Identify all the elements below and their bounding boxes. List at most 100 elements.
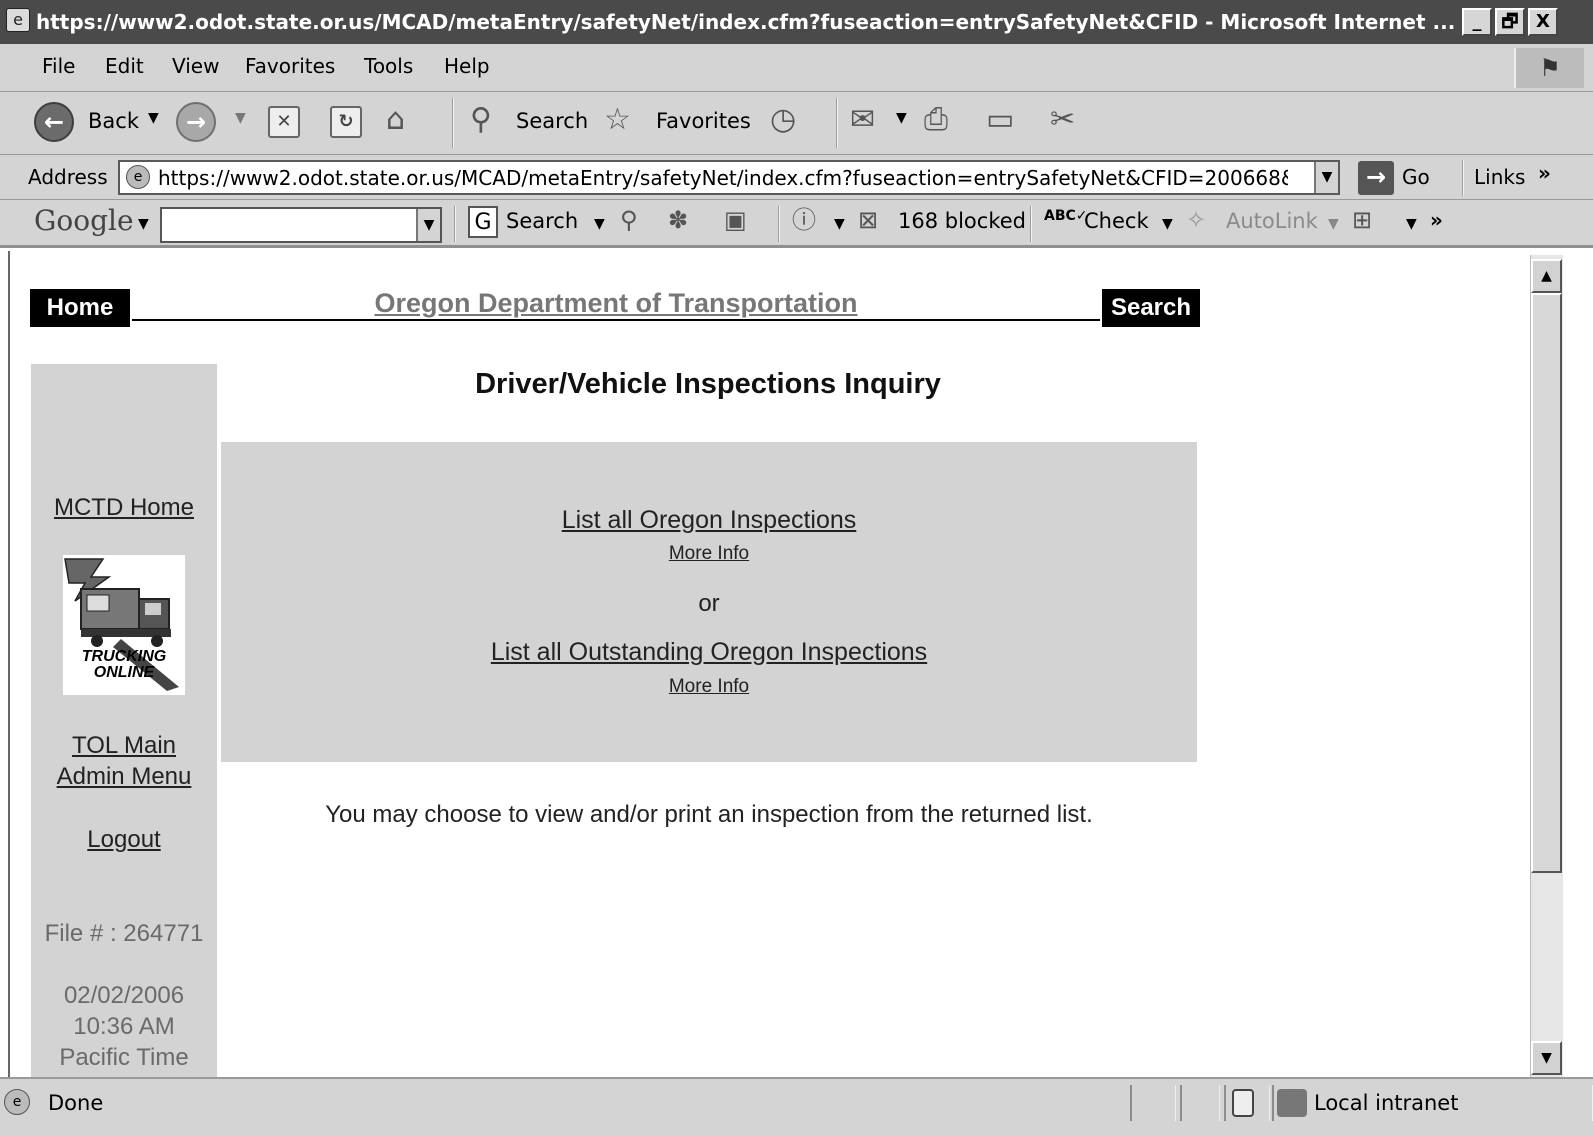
info-dropdown-icon[interactable]: ▼: [834, 216, 845, 232]
mail-dropdown-icon[interactable]: ▼: [896, 110, 907, 126]
menu-bar: File Edit View Favorites Tools Help: [0, 44, 1593, 92]
home-icon[interactable]: ⌂: [386, 100, 405, 140]
home-nav-button[interactable]: Home: [30, 289, 130, 327]
refresh-icon[interactable]: ↻: [330, 106, 362, 138]
google-more-chevron-icon[interactable]: »: [1430, 208, 1443, 232]
security-zone-text: Local intranet: [1314, 1091, 1459, 1115]
menu-view[interactable]: View: [172, 54, 219, 78]
list-all-inspections-link[interactable]: List all Oregon Inspections: [221, 506, 1197, 535]
timezone: Pacific Time: [59, 1044, 189, 1071]
tol-main-link[interactable]: TOL Main: [31, 732, 217, 760]
search-nav-button[interactable]: Search: [1102, 289, 1200, 327]
instructions-text: You may choose to view and/or print an i…: [325, 801, 1093, 828]
more-info-link[interactable]: More Info: [221, 676, 1197, 698]
mail-icon[interactable]: ✉: [850, 100, 875, 140]
session-time: 10:36 AM: [73, 1013, 175, 1040]
menu-tools[interactable]: Tools: [364, 54, 413, 78]
address-dropdown-icon[interactable]: ▼: [1314, 162, 1338, 193]
history-icon[interactable]: ◷: [770, 100, 796, 140]
search-button-label[interactable]: Search: [516, 109, 588, 133]
menu-file[interactable]: File: [42, 54, 75, 78]
logout-link[interactable]: Logout: [31, 826, 217, 854]
popups-blocked-count[interactable]: 168 blocked: [898, 209, 1026, 233]
go-button[interactable]: Go: [1402, 165, 1430, 189]
google-g-icon[interactable]: G: [468, 206, 498, 238]
favorites-button-label[interactable]: Favorites: [656, 109, 751, 133]
toolbar-separator: [1462, 160, 1464, 196]
page-icon: e: [126, 165, 150, 189]
standard-toolbar: ← Back ▼ → ▼ ✕ ↻ ⌂ ⚲ Search ☆ Favorites …: [0, 92, 1593, 155]
logo-text-trucking: TRUCKING: [81, 648, 167, 665]
autofill-icon[interactable]: ⊞: [1352, 200, 1372, 240]
admin-menu-link[interactable]: Admin Menu: [31, 763, 217, 791]
restore-button[interactable]: 🗗: [1495, 8, 1525, 36]
links-chevron-icon[interactable]: »: [1538, 161, 1551, 185]
more-info-link[interactable]: More Info: [221, 543, 1197, 565]
autolink-dropdown-icon[interactable]: ▼: [1328, 216, 1339, 232]
google-search-dropdown-arrow-icon[interactable]: ▼: [594, 216, 605, 232]
vertical-scrollbar[interactable]: ▲ ▼: [1530, 255, 1563, 1077]
or-separator-text: or: [698, 590, 720, 617]
autolink-icon[interactable]: ✧: [1186, 200, 1206, 240]
check-dropdown-icon[interactable]: ▼: [1162, 216, 1173, 232]
menu-edit[interactable]: Edit: [105, 54, 144, 78]
page-done-icon: e: [4, 1089, 30, 1115]
google-logo[interactable]: Google: [34, 204, 134, 237]
toolbar-separator: [778, 206, 780, 242]
scroll-thumb[interactable]: [1531, 293, 1562, 873]
ie-page-icon: e: [6, 8, 30, 32]
back-button-label[interactable]: Back: [88, 109, 139, 133]
print-icon[interactable]: ⎙: [924, 100, 948, 140]
cut-scissors-icon[interactable]: ✂: [1050, 100, 1075, 140]
forward-arrow-icon[interactable]: →: [176, 102, 216, 142]
stop-icon[interactable]: ✕: [268, 106, 300, 138]
google-search-dropdown-icon[interactable]: ▼: [416, 209, 440, 241]
status-bar: e Done Local intranet: [0, 1077, 1593, 1136]
page-info-icon[interactable]: ▣: [724, 200, 747, 240]
agency-name[interactable]: Oregon Department of Transportation: [132, 288, 1100, 319]
session-date: 02/02/2006: [63, 982, 185, 1009]
google-menu-dropdown-icon[interactable]: ▼: [138, 216, 149, 232]
logo-text-online: ONLINE: [93, 664, 155, 681]
autofill-dropdown-icon[interactable]: ▼: [1406, 216, 1417, 232]
google-search-input[interactable]: ▼: [160, 207, 442, 243]
sidebar: MCTD Home TRUCKING ONLINE TOL Main Admin…: [31, 364, 217, 1077]
inspection-options-panel: List all Oregon Inspections More Info or…: [221, 442, 1197, 762]
menu-help[interactable]: Help: [444, 54, 490, 78]
go-arrow-icon[interactable]: →: [1358, 161, 1394, 195]
google-search-button[interactable]: Search: [506, 209, 578, 233]
scroll-down-arrow-icon[interactable]: ▼: [1531, 1041, 1562, 1075]
spell-check-icon[interactable]: ABC✓: [1044, 208, 1088, 224]
windows-logo-icon: ⚑: [1514, 48, 1584, 88]
toolbar-separator: [836, 98, 838, 148]
links-button[interactable]: Links: [1474, 165, 1525, 189]
forward-dropdown-icon[interactable]: ▼: [235, 110, 246, 126]
edit-icon[interactable]: ▭: [986, 100, 1014, 140]
address-url[interactable]: https://www2.odot.state.or.us/MCAD/metaE…: [158, 166, 1288, 190]
list-outstanding-inspections-link[interactable]: List all Outstanding Oregon Inspections: [221, 638, 1197, 667]
google-toolbar: Google ▼ ▼ G Search ▼ ⚲ ✽ ▣ ⓘ ▼ ⊠ 168 bl…: [0, 200, 1593, 248]
back-dropdown-icon[interactable]: ▼: [148, 110, 159, 126]
toolbar-separator: [452, 98, 454, 148]
toolbar-separator: [1030, 206, 1032, 242]
page-title: Driver/Vehicle Inspections Inquiry: [475, 368, 941, 400]
search-magnifier-icon[interactable]: ⚲: [470, 100, 492, 140]
info-icon[interactable]: ⓘ: [792, 200, 816, 240]
mctd-home-link[interactable]: MCTD Home: [31, 494, 217, 522]
popup-blocker-icon[interactable]: ⊠: [858, 200, 878, 240]
news-search-icon[interactable]: ⚲: [620, 200, 638, 240]
close-button[interactable]: X: [1528, 8, 1558, 36]
pagerank-icon[interactable]: ✽: [668, 200, 688, 240]
menu-favorites[interactable]: Favorites: [245, 54, 335, 78]
minimize-button[interactable]: _: [1462, 8, 1492, 36]
back-arrow-icon[interactable]: ←: [34, 102, 74, 142]
status-cell: [1130, 1085, 1176, 1121]
address-input[interactable]: e https://www2.odot.state.or.us/MCAD/met…: [118, 160, 1340, 195]
local-intranet-icon: [1277, 1089, 1307, 1117]
spell-check-button[interactable]: Check: [1084, 209, 1149, 233]
trucking-online-logo[interactable]: TRUCKING ONLINE: [63, 555, 185, 695]
scroll-up-arrow-icon[interactable]: ▲: [1531, 259, 1562, 293]
favorites-star-icon[interactable]: ☆: [604, 100, 631, 140]
autolink-button[interactable]: AutoLink: [1226, 209, 1318, 233]
address-bar: Address e https://www2.odot.state.or.us/…: [0, 155, 1593, 200]
